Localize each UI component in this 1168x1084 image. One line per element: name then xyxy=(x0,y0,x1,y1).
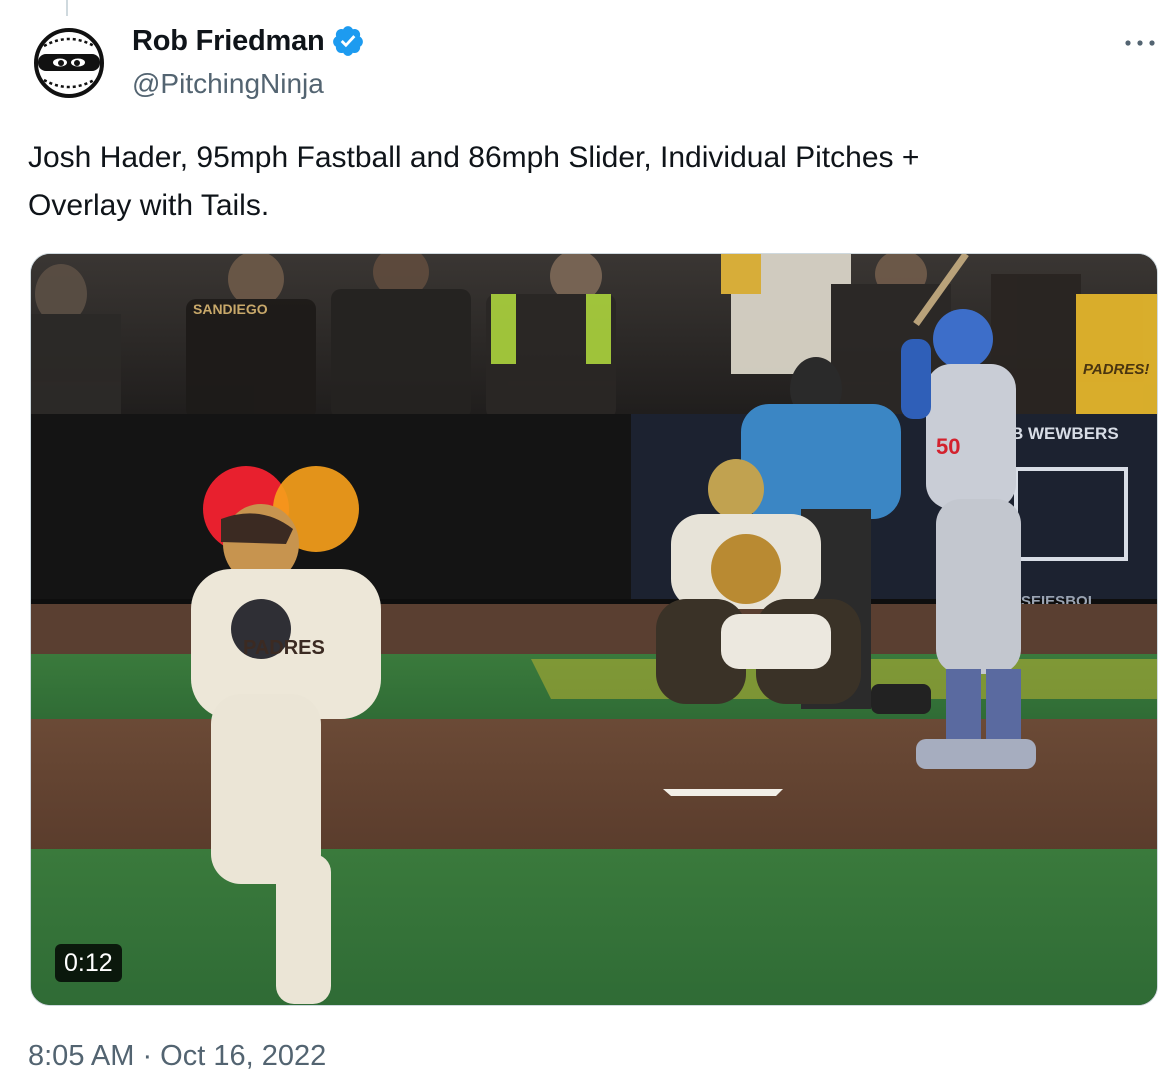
ninja-baseball-avatar-icon xyxy=(32,26,106,100)
fan-sign-text: PADRES! xyxy=(1083,361,1149,378)
author-name-row: Rob Friedman xyxy=(132,24,365,58)
tweet-text: Josh Hader, 95mph Fastball and 86mph Sli… xyxy=(28,134,1138,230)
more-options-icon[interactable] xyxy=(1120,28,1160,58)
author-name[interactable]: Rob Friedman xyxy=(132,25,325,58)
video-duration-badge: 0:12 xyxy=(55,944,122,982)
tweet-timestamp[interactable]: 8:05 AM · Oct 16, 2022 xyxy=(28,1040,326,1073)
infield-grass xyxy=(31,849,1157,1005)
author-avatar[interactable] xyxy=(32,26,106,100)
video-frame-baseball: SANDIEGO PADRES! B WEWBERS ESEIESBOL 50 … xyxy=(31,254,1157,1005)
verified-badge-icon xyxy=(332,26,363,56)
thread-line xyxy=(66,0,68,16)
batter-number: 50 xyxy=(936,434,960,459)
pitcher-jersey-text: PADRES xyxy=(243,637,325,659)
tweet-text-line-1: Josh Hader, 95mph Fastball and 86mph Sli… xyxy=(28,141,920,174)
fan-jersey-text: SANDIEGO xyxy=(193,301,268,317)
video-player[interactable]: SANDIEGO PADRES! B WEWBERS ESEIESBOL 50 … xyxy=(30,253,1158,1006)
author-handle[interactable]: @PitchingNinja xyxy=(132,68,324,100)
wall-sign-top: B WEWBERS xyxy=(1011,424,1119,443)
tweet-text-line-2: Overlay with Tails. xyxy=(28,189,270,222)
home-plate xyxy=(663,789,783,796)
